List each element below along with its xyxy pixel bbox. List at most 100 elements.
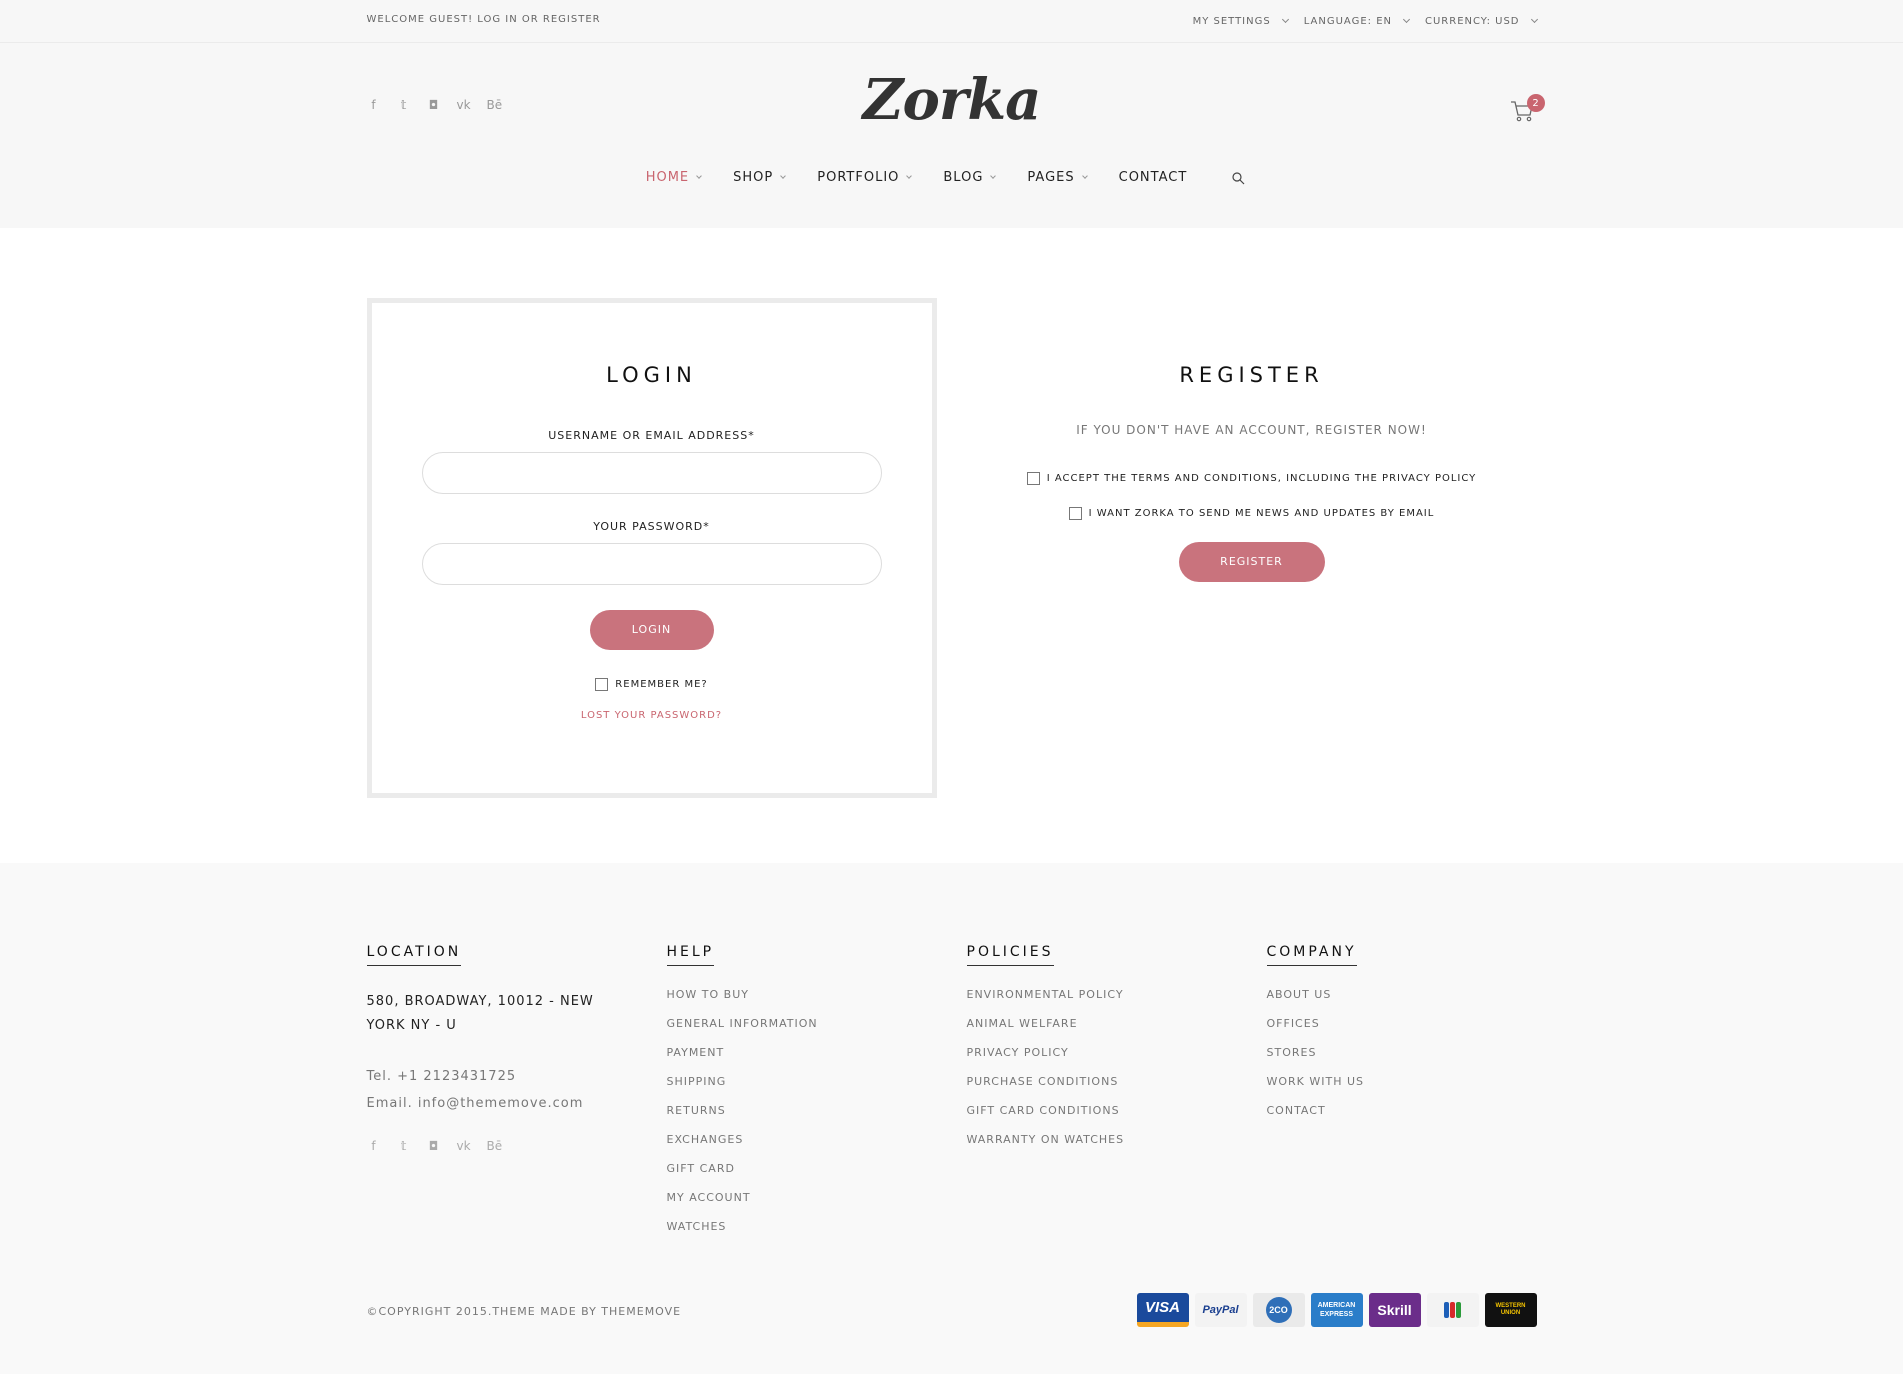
twitter-icon[interactable]: 𝕥	[397, 98, 411, 112]
username-label: USERNAME OR EMAIL ADDRESS*	[548, 429, 755, 442]
location-title: LOCATION	[366, 944, 462, 966]
footer-link[interactable]: GIFT CARD	[667, 1162, 947, 1191]
main-content: LOGIN USERNAME OR EMAIL ADDRESS* YOUR PA…	[0, 228, 1903, 863]
lost-password-link[interactable]: LOST YOUR PASSWORD?	[372, 710, 932, 721]
accept-terms-checkbox[interactable]	[1026, 472, 1040, 485]
remember-me-label: REMEMBER ME?	[615, 679, 708, 690]
nav-blog-label: BLOG	[943, 170, 984, 185]
footer-location: LOCATION 580, BROADWAY, 10012 - NEW YORK…	[366, 941, 647, 1153]
facebook-icon[interactable]: f	[367, 98, 381, 112]
footer-link[interactable]: CONTACT	[1267, 1104, 1547, 1133]
language-dropdown[interactable]: LANGUAGE: EN	[1304, 15, 1411, 27]
footer-company: COMPANY ABOUT US OFFICES STORES WORK WIT…	[1266, 941, 1547, 1133]
site-logo[interactable]: Zorka	[863, 67, 1042, 133]
footer-link[interactable]: RETURNS	[667, 1104, 947, 1133]
policies-links: ENVIRONMENTAL POLICY ANIMAL WELFARE PRIV…	[967, 988, 1247, 1162]
nav-portfolio[interactable]: PORTFOLIO	[801, 170, 927, 185]
chevron-down-icon	[1402, 15, 1411, 24]
nav-search-button[interactable]	[1203, 170, 1273, 185]
twoco-icon: 2CO	[1252, 1293, 1305, 1327]
company-links: ABOUT US OFFICES STORES WORK WITH US CON…	[1267, 988, 1547, 1133]
login-title: LOGIN	[606, 363, 697, 387]
footer-link[interactable]: STORES	[1267, 1046, 1547, 1075]
nav-contact-label: CONTACT	[1118, 170, 1188, 185]
nav-pages[interactable]: PAGES	[1011, 170, 1102, 185]
chevron-down-icon	[906, 173, 913, 179]
site-header: f 𝕥 ◘ vk Bē Zorka 2 HOME SHOP PORTFOLIO …	[0, 43, 1903, 228]
welcome-text[interactable]: WELCOME GUEST! LOG IN OR REGISTER	[367, 14, 601, 25]
chevron-down-icon	[780, 173, 787, 179]
footer-link[interactable]: GENERAL INFORMATION	[667, 1017, 947, 1046]
footer-social-links: f 𝕥 ◘ vk Bē	[367, 1139, 647, 1153]
footer-link[interactable]: WATCHES	[667, 1220, 947, 1249]
nav-home[interactable]: HOME	[630, 170, 717, 185]
nav-contact[interactable]: CONTACT	[1103, 170, 1204, 185]
payment-methods: VISA PayPal 2CO AMERICAN EXPRESS Skrill …	[1136, 1293, 1537, 1327]
top-bar: WELCOME GUEST! LOG IN OR REGISTER MY SET…	[0, 0, 1903, 43]
footer-link[interactable]: SHIPPING	[667, 1075, 947, 1104]
remember-me-checkbox[interactable]	[595, 678, 609, 691]
register-form: REGISTER IF YOU DON'T HAVE AN ACCOUNT, R…	[967, 298, 1537, 582]
register-description: IF YOU DON'T HAVE AN ACCOUNT, REGISTER N…	[1076, 423, 1427, 437]
nav-shop-label: SHOP	[733, 170, 774, 185]
site-footer: LOCATION 580, BROADWAY, 10012 - NEW YORK…	[0, 863, 1903, 1374]
footer-link[interactable]: ANIMAL WELFARE	[967, 1017, 1247, 1046]
newsletter-row[interactable]: I WANT ZORKA TO SEND ME NEWS AND UPDATES…	[967, 507, 1537, 520]
location-email[interactable]: Email. info@thememove.com	[367, 1090, 647, 1117]
help-links: HOW TO BUY GENERAL INFORMATION PAYMENT S…	[667, 988, 947, 1249]
accept-terms-label: I ACCEPT THE TERMS AND CONDITIONS, INCLU…	[1046, 473, 1477, 484]
vk-icon[interactable]: vk	[457, 1139, 471, 1153]
location-tel: Tel. +1 2123431725	[366, 1069, 517, 1084]
chevron-down-icon	[990, 173, 997, 179]
instagram-icon[interactable]: ◘	[427, 98, 441, 112]
currency-dropdown[interactable]: CURRENCY: USD	[1425, 16, 1538, 27]
footer-link[interactable]: PAYMENT	[667, 1046, 947, 1075]
my-settings-dropdown[interactable]: MY SETTINGS	[1192, 15, 1289, 27]
password-input[interactable]	[421, 543, 882, 585]
footer-link[interactable]: MY ACCOUNT	[667, 1191, 947, 1220]
jcb-stripes	[1444, 1302, 1461, 1318]
cart-button[interactable]: 2	[1509, 94, 1545, 126]
jcb-stripe-red	[1450, 1302, 1455, 1318]
footer-link[interactable]: OFFICES	[1267, 1017, 1547, 1046]
behance-icon[interactable]: Bē	[487, 1139, 503, 1153]
chevron-down-icon	[1281, 15, 1289, 24]
accept-terms-row[interactable]: I ACCEPT THE TERMS AND CONDITIONS, INCLU…	[967, 472, 1537, 485]
footer-help: HELP HOW TO BUY GENERAL INFORMATION PAYM…	[666, 941, 947, 1249]
vk-icon[interactable]: vk	[457, 98, 471, 112]
location-address: 580, BROADWAY, 10012 - NEW YORK NY - U	[366, 994, 594, 1033]
footer-link[interactable]: WARRANTY ON WATCHES	[967, 1133, 1247, 1162]
footer-link[interactable]: ENVIRONMENTAL POLICY	[967, 988, 1247, 1017]
footer-link[interactable]: GIFT CARD CONDITIONS	[967, 1104, 1247, 1133]
register-button[interactable]: REGISTER	[1178, 542, 1325, 582]
instagram-icon[interactable]: ◘	[427, 1139, 441, 1153]
footer-link[interactable]: WORK WITH US	[1267, 1075, 1547, 1104]
twitter-icon[interactable]: 𝕥	[397, 1139, 411, 1153]
footer-link[interactable]: EXCHANGES	[667, 1133, 947, 1162]
nav-blog[interactable]: BLOG	[927, 170, 1011, 185]
footer-link[interactable]: PURCHASE CONDITIONS	[967, 1075, 1247, 1104]
facebook-icon[interactable]: f	[367, 1139, 381, 1153]
jcb-stripe-green	[1456, 1302, 1461, 1318]
chevron-down-icon	[696, 173, 702, 179]
login-form: LOGIN USERNAME OR EMAIL ADDRESS* YOUR PA…	[366, 298, 937, 798]
newsletter-checkbox[interactable]	[1068, 507, 1082, 520]
my-settings-label: MY SETTINGS	[1192, 15, 1271, 27]
footer-link[interactable]: ABOUT US	[1267, 988, 1547, 1017]
login-button[interactable]: LOGIN	[589, 610, 714, 650]
nav-home-label: HOME	[645, 170, 690, 185]
copyright-text: ©COPYRIGHT 2015.THEME MADE BY THEMEMOVE	[366, 1305, 682, 1318]
footer-link[interactable]: HOW TO BUY	[667, 988, 947, 1017]
help-title: HELP	[666, 944, 715, 966]
jcb-icon	[1426, 1293, 1479, 1327]
visa-icon: VISA	[1136, 1293, 1189, 1327]
remember-me-row[interactable]: REMEMBER ME?	[372, 678, 932, 691]
footer-link[interactable]: PRIVACY POLICY	[967, 1046, 1247, 1075]
company-title: COMPANY	[1266, 944, 1357, 966]
amex-icon: AMERICAN EXPRESS	[1310, 1293, 1363, 1327]
nav-shop[interactable]: SHOP	[717, 170, 801, 185]
footer-policies: POLICIES ENVIRONMENTAL POLICY ANIMAL WEL…	[966, 941, 1247, 1162]
username-input[interactable]	[421, 452, 882, 494]
behance-icon[interactable]: Bē	[487, 98, 503, 112]
chevron-down-icon	[1081, 173, 1088, 179]
